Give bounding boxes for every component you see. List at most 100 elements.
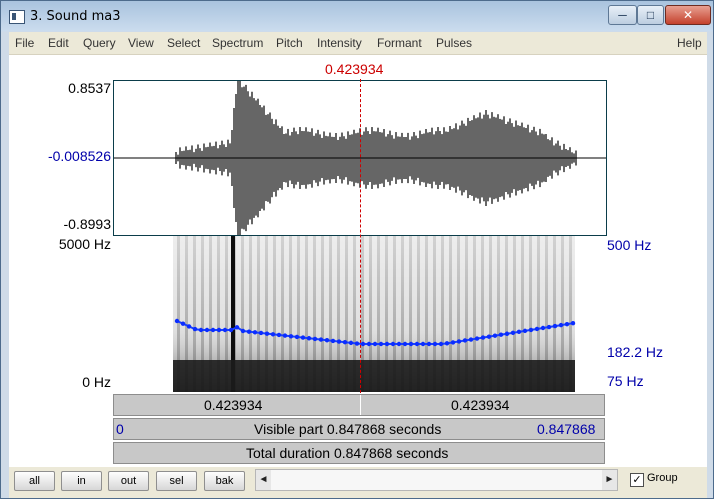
pitch-point [432,341,438,347]
pitch-point [438,341,444,347]
pitch-point [300,335,306,340]
menu-formant[interactable]: Formant [377,36,422,50]
scroll-left-arrow[interactable]: ◄ [256,470,271,490]
pitch-point [450,340,456,345]
sound-editor-canvas[interactable]: 0.423934 0.8537 -0.008526 -0.8993 5000 H… [9,55,707,467]
pitch-point [318,337,324,342]
minimize-button[interactable]: ─ [608,5,637,25]
pitch-point [492,333,498,338]
pitch-value-label: 182.2 Hz [607,344,664,360]
waveform-max-label: 0.8537 [68,80,111,96]
pitch-point [348,340,354,346]
group-label: Group [647,472,678,484]
pitch-point [510,330,516,335]
menu-edit[interactable]: Edit [48,36,69,50]
window-title: 3. Sound ma3 [30,9,121,24]
group-checkbox[interactable]: ✓ [630,473,644,487]
zoom-all-button[interactable]: all [14,471,55,491]
cursor-line [360,79,361,393]
menu-view[interactable]: View [128,36,154,50]
pitch-point [312,336,318,342]
pitch-point [498,332,504,337]
menu-select[interactable]: Select [167,36,200,50]
pitch-point [474,336,480,341]
time-scrollbar[interactable]: ◄ ► [255,469,618,491]
pitch-point [324,338,330,343]
menu-query[interactable]: Query [83,36,116,50]
zoom-out-button[interactable]: out [108,471,149,491]
pitch-point [336,339,342,344]
client-area: File Edit Query View Select Spectrum Pit… [9,32,707,498]
waveform-min-label: -0.8993 [63,216,111,232]
spectrogram-panel[interactable] [113,236,605,392]
left-segment-label: 0.423934 [204,397,263,413]
pitch-point [360,341,366,347]
pitch-point [210,327,216,333]
app-icon [9,10,25,24]
maximize-button[interactable]: □ [637,5,664,25]
zoom-selection-button[interactable]: sel [156,471,197,491]
menu-bar: File Edit Query View Select Spectrum Pit… [9,32,707,55]
menu-help[interactable]: Help [677,36,702,50]
menu-intensity[interactable]: Intensity [317,36,362,50]
pitch-point [246,329,252,334]
title-bar: 3. Sound ma3 ─ □ ✕ [1,1,714,32]
pitch-point [420,341,426,347]
pitch-point [384,341,390,347]
pitch-point [234,325,240,330]
pitch-point [396,341,402,347]
pitch-point [402,341,408,347]
pitch-point [252,330,258,335]
total-duration-bar[interactable]: Total duration 0.847868 seconds [113,442,605,464]
menu-pitch[interactable]: Pitch [276,36,303,50]
pitch-point [228,327,234,333]
pitch-point [444,341,450,346]
pitch-point [462,338,468,343]
pitch-point [540,325,546,331]
pitch-point [288,334,294,339]
pitch-point [522,328,528,334]
menu-pulses[interactable]: Pulses [436,36,472,50]
segment-divider [360,395,361,415]
menu-spectrum[interactable]: Spectrum [212,36,263,50]
pitch-point [354,341,360,346]
sound-window: 3. Sound ma3 ─ □ ✕ File Edit Query View … [0,0,714,499]
visible-part-label: Visible part 0.847868 seconds [254,421,442,437]
pitch-point [516,329,522,335]
pitch-point [186,324,192,329]
pitch-point [270,332,276,337]
pitch-point [504,331,510,336]
control-row: all in out sel bak ◄ ► ✓ Group [9,468,707,498]
spectrogram-bottom-frequency-label: 0 Hz [82,374,111,390]
pitch-point [180,321,186,326]
pitch-point [276,332,282,338]
cursor-time-label: 0.423934 [325,61,384,77]
pitch-point [426,341,432,347]
pitch-point [174,318,180,324]
zoom-in-button[interactable]: in [61,471,102,491]
visible-end-label: 0.847868 [537,421,596,437]
selection-time-bar[interactable]: 0.423934 0.423934 [113,394,605,416]
zoom-back-button[interactable]: bak [204,471,245,491]
scroll-right-arrow[interactable]: ► [602,470,617,490]
close-button[interactable]: ✕ [665,5,711,25]
right-segment-label: 0.423934 [451,397,510,413]
waveform-bars [175,81,577,235]
pitch-point [366,341,372,347]
pitch-top-label: 500 Hz [607,237,652,253]
pitch-point [570,321,576,326]
pitch-point [534,326,540,332]
pitch-point [198,327,204,333]
scroll-thumb[interactable] [271,470,604,490]
spectrogram-top-frequency-label: 5000 Hz [58,236,111,252]
pitch-point [558,322,564,328]
visible-part-bar[interactable]: 0 Visible part 0.847868 seconds 0.847868 [113,418,605,440]
pitch-point [408,341,414,347]
pitch-point [342,340,348,345]
menu-file[interactable]: File [15,36,34,50]
pitch-point [480,335,486,340]
pitch-point [216,327,222,333]
pitch-point [192,326,198,332]
pitch-point [204,327,210,333]
total-duration-label: Total duration 0.847868 seconds [246,445,449,461]
